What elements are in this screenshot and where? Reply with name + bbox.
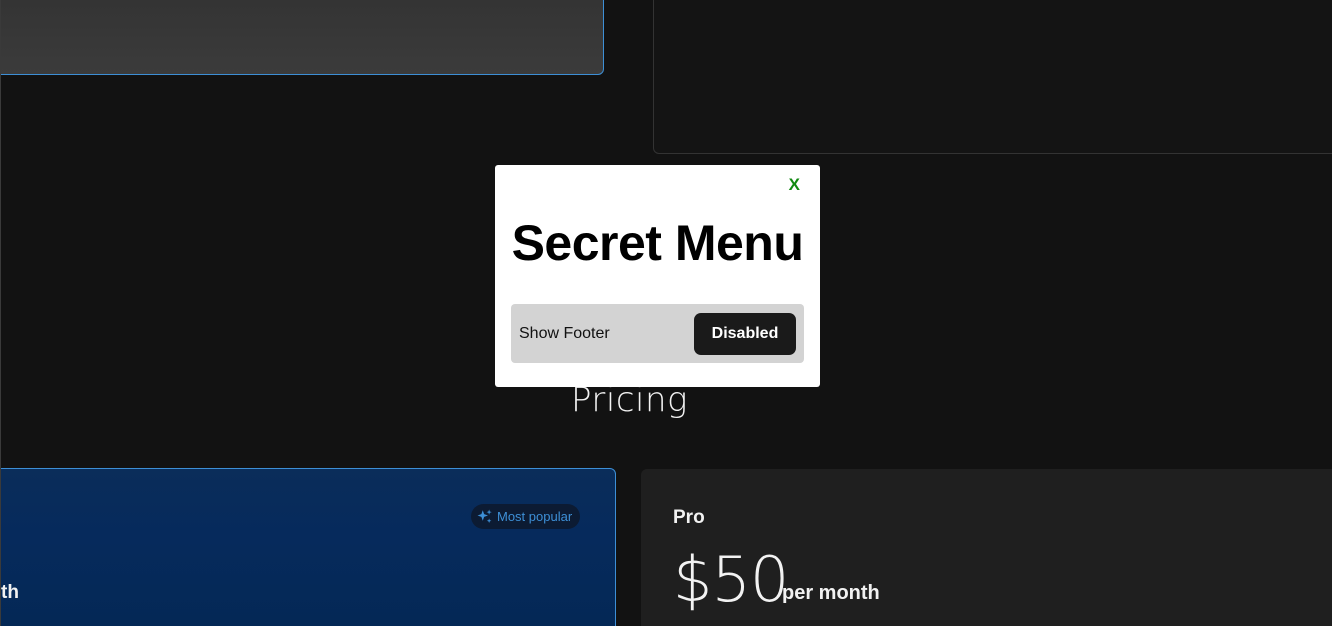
most-popular-badge: Most popular bbox=[471, 504, 581, 529]
feature-card-top-right bbox=[653, 0, 1332, 154]
show-footer-toggle-button[interactable]: Disabled bbox=[694, 312, 796, 355]
page-background: Pricing Most popular th Pro $50 per mont… bbox=[0, 0, 1332, 626]
feature-card-top-left bbox=[1, 0, 604, 75]
featured-plan-card bbox=[1, 468, 616, 626]
secret-menu-modal: X Secret Menu Show Footer Disabled bbox=[495, 165, 820, 387]
pro-plan-name: Pro bbox=[673, 507, 705, 528]
show-footer-setting: Show Footer Disabled bbox=[511, 304, 804, 363]
sparkle-icon bbox=[477, 509, 492, 523]
pro-plan-period: per month bbox=[782, 582, 880, 604]
pro-plan-price: $50 bbox=[673, 543, 789, 616]
setting-label: Show Footer bbox=[519, 324, 610, 342]
modal-title: Secret Menu bbox=[511, 215, 804, 271]
featured-plan-period: th bbox=[1, 582, 19, 603]
badge-label: Most popular bbox=[497, 509, 573, 524]
close-button[interactable]: X bbox=[789, 175, 800, 195]
